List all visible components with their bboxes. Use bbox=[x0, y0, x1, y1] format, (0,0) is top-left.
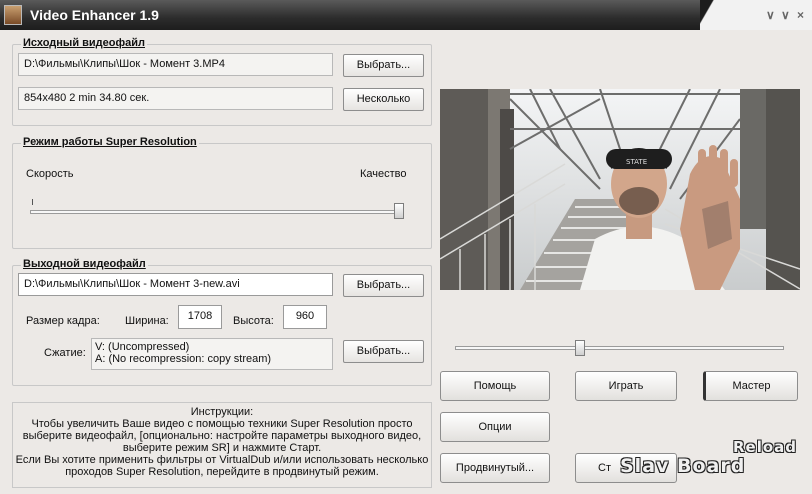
source-file-group-title: Исходный видеофайл bbox=[21, 37, 147, 49]
instructions-line: Чтобы увеличить Ваше видео с помощью тех… bbox=[31, 418, 413, 430]
app-icon bbox=[4, 5, 22, 25]
seek-slider-track[interactable] bbox=[455, 346, 784, 350]
output-file-group-title: Выходной видеофайл bbox=[21, 258, 148, 270]
height-label: Высота: bbox=[233, 315, 274, 327]
title-bar-corner bbox=[700, 0, 812, 30]
instructions-line: проходов Super Resolution, перейдите в п… bbox=[65, 466, 379, 478]
source-info-field: 854x480 2 min 34.80 сек. bbox=[18, 87, 333, 110]
play-button[interactable]: Играть bbox=[575, 371, 677, 401]
seek-slider-thumb[interactable] bbox=[575, 340, 586, 356]
minimize-icon[interactable]: ∨ bbox=[766, 8, 775, 22]
window-title: Video Enhancer 1.9 bbox=[30, 7, 159, 23]
close-icon[interactable]: × bbox=[797, 8, 804, 22]
compression-browse-button[interactable]: Выбрать... bbox=[343, 340, 424, 363]
watermark-line2: Slav Board bbox=[620, 455, 746, 477]
video-codec: V: (Uncompressed) bbox=[95, 341, 190, 353]
video-preview: STATE bbox=[440, 89, 800, 290]
instructions-line: Если Вы хотите применить фильтры от Virt… bbox=[15, 454, 429, 466]
quality-slider-track[interactable] bbox=[30, 210, 404, 214]
source-path-field[interactable]: D:\Фильмы\Клипы\Шок - Момент 3.MP4 bbox=[18, 53, 333, 76]
quality-slider-thumb[interactable] bbox=[394, 203, 404, 219]
source-browse-button[interactable]: Выбрать... bbox=[343, 54, 424, 77]
audio-codec: A: (No recompression: copy stream) bbox=[95, 353, 272, 365]
sr-mode-group bbox=[12, 143, 432, 249]
output-path-input[interactable]: D:\Фильмы\Клипы\Шок - Момент 3-new.avi bbox=[18, 273, 333, 296]
sr-mode-group-title: Режим работы Super Resolution bbox=[21, 136, 199, 148]
quality-label: Качество bbox=[360, 168, 407, 180]
instructions-title: Инструкции: bbox=[190, 406, 254, 418]
instructions-line: выберите режим SR] и нажмите Старт. bbox=[122, 442, 322, 454]
wizard-button[interactable]: Мастер bbox=[703, 371, 798, 401]
speed-label: Скорость bbox=[26, 168, 74, 180]
output-browse-button[interactable]: Выбрать... bbox=[343, 274, 424, 297]
compression-label: Сжатие: bbox=[44, 347, 86, 359]
watermark-line1: Reload bbox=[733, 438, 798, 456]
slider-tick bbox=[32, 199, 33, 205]
collapse-icon[interactable]: ∨ bbox=[781, 8, 790, 22]
frame-size-label: Размер кадра: bbox=[26, 315, 100, 327]
title-bar: Video Enhancer 1.9 ∨ ∨ × bbox=[0, 0, 812, 30]
video-frame-image: STATE bbox=[440, 89, 800, 290]
height-input[interactable]: 960 bbox=[283, 305, 327, 329]
help-button[interactable]: Помощь bbox=[440, 371, 550, 401]
options-button[interactable]: Опции bbox=[440, 412, 550, 442]
instructions-line: выберите видеофайл, [опционально: настро… bbox=[22, 430, 422, 442]
width-label: Ширина: bbox=[125, 315, 169, 327]
instructions-panel: Инструкции: Чтобы увеличить Ваше видео с… bbox=[12, 402, 432, 488]
cap-text: STATE bbox=[626, 158, 647, 166]
width-input[interactable]: 1708 bbox=[178, 305, 222, 329]
advanced-button[interactable]: Продвинутый... bbox=[440, 453, 550, 483]
multiple-files-button[interactable]: Несколько bbox=[343, 88, 424, 111]
compression-field: V: (Uncompressed) A: (No recompression: … bbox=[91, 338, 333, 370]
